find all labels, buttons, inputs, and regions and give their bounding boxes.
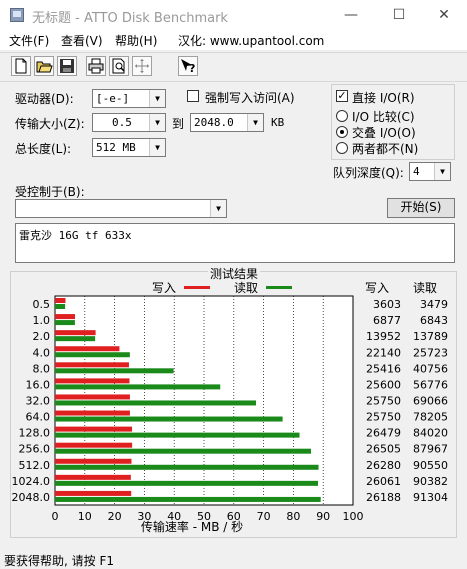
write-bar: [55, 410, 130, 416]
category-label: 16.0: [26, 378, 51, 391]
write-bar: [55, 458, 132, 464]
read-value: 78205: [413, 411, 448, 424]
read-bar: [55, 320, 75, 326]
legend-read-swatch: [266, 286, 292, 289]
read-bar: [55, 480, 319, 486]
x-tick-label: 70: [257, 510, 271, 523]
write-value: 25750: [366, 395, 401, 408]
read-bar: [55, 448, 311, 454]
write-bar: [55, 330, 96, 336]
category-label: 1024.0: [12, 475, 51, 488]
write-value: 26280: [366, 459, 401, 472]
read-value: 87967: [413, 443, 448, 456]
status-bar: 要获得帮助, 请按 F1: [0, 550, 467, 569]
category-label: 128.0: [19, 427, 51, 440]
read-value: 84020: [413, 427, 448, 440]
category-label: 256.0: [19, 443, 51, 456]
legend-write-label: 写入: [152, 281, 176, 295]
read-bar: [55, 464, 319, 470]
read-value: 13789: [413, 330, 448, 343]
write-bar: [55, 298, 66, 303]
write-value: 25600: [366, 378, 401, 391]
status-text: 要获得帮助, 请按 F1: [4, 554, 114, 568]
write-bar: [55, 490, 132, 496]
write-bar: [55, 426, 133, 432]
results-chart: 0.5 1.0 2.0 4.0 8.0 16.0 32.0 64.0 128.0 256.0 512…: [12, 281, 449, 534]
read-bar: [55, 384, 221, 390]
read-value: 3479: [420, 298, 448, 311]
write-bar: [55, 362, 129, 368]
read-column-header: 读取: [413, 281, 437, 295]
read-bar: [55, 304, 66, 309]
read-bar: [55, 352, 130, 358]
read-bar: [55, 416, 283, 422]
write-bar: [55, 314, 76, 320]
write-bar: [55, 442, 133, 448]
write-value: 26061: [366, 475, 401, 488]
category-label: 4.0: [33, 346, 51, 359]
legend-read-label: 读取: [234, 281, 258, 295]
legend-write-swatch: [184, 286, 210, 289]
category-label: 1.0: [33, 314, 51, 327]
x-tick-label: 20: [108, 510, 122, 523]
category-label: 512.0: [19, 459, 51, 472]
write-value: 26505: [366, 443, 401, 456]
category-label: 0.5: [33, 298, 51, 311]
write-bar: [55, 394, 130, 400]
x-tick-label: 90: [316, 510, 330, 523]
read-bar: [55, 496, 321, 502]
write-bar: [55, 346, 120, 352]
read-value: 90550: [413, 459, 448, 472]
category-label: 64.0: [26, 411, 51, 424]
read-bar: [55, 336, 96, 342]
read-value: 40756: [413, 362, 448, 375]
write-value: 26479: [366, 427, 401, 440]
write-value: 25750: [366, 411, 401, 424]
category-label: 32.0: [26, 395, 51, 408]
read-bar: [55, 432, 300, 438]
write-value: 13952: [366, 330, 401, 343]
x-tick-label: 0: [52, 510, 59, 523]
read-value: 91304: [413, 491, 448, 504]
category-label: 2.0: [33, 330, 51, 343]
chart-value-columns: 3603 3479 6877 6843 13952 13789 22140 25723 2541…: [366, 298, 448, 504]
write-column-header: 写入: [365, 281, 389, 295]
chart-legend: 写入 读取 写入 读取: [152, 281, 437, 295]
chart-category-labels: 0.5 1.0 2.0 4.0 8.0 16.0 32.0 64.0 128.0 256.0 512…: [12, 298, 51, 504]
read-value: 56776: [413, 378, 448, 391]
write-value: 25416: [366, 362, 401, 375]
write-value: 6877: [373, 314, 401, 327]
read-value: 69066: [413, 395, 448, 408]
write-value: 26188: [366, 491, 401, 504]
write-bar: [55, 474, 131, 480]
x-tick-label: 100: [343, 510, 364, 523]
read-value: 25723: [413, 346, 448, 359]
write-value: 22140: [366, 346, 401, 359]
category-label: 2048.0: [12, 491, 51, 504]
chart-x-axis-label: 传输速率 - MB / 秒: [141, 519, 243, 534]
read-value: 6843: [420, 314, 448, 327]
read-value: 90382: [413, 475, 448, 488]
category-label: 8.0: [33, 362, 51, 375]
read-bar: [55, 368, 174, 374]
x-tick-label: 80: [286, 510, 300, 523]
write-value: 3603: [373, 298, 401, 311]
x-tick-label: 10: [78, 510, 92, 523]
read-bar: [55, 400, 256, 406]
write-bar: [55, 378, 130, 384]
